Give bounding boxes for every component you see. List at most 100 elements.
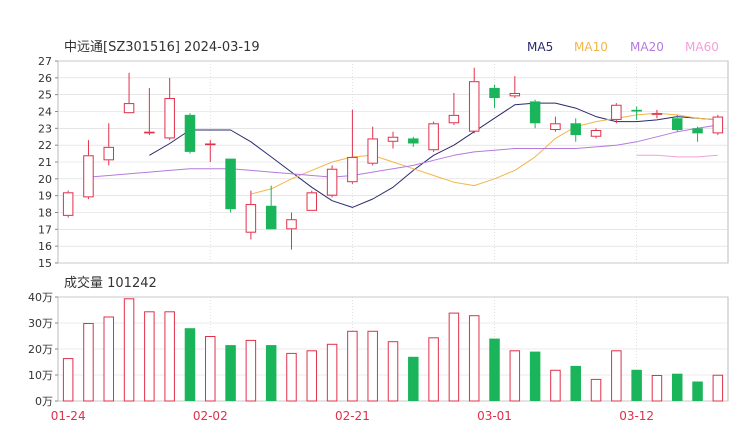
candle-body [83,155,94,198]
candle [712,114,724,136]
legend-item-ma5: MA5 [527,40,553,54]
candle-body [367,138,378,164]
candle-body [651,113,663,115]
candle-body [205,143,216,146]
volume-bar [448,312,460,402]
candle-body [245,204,257,233]
price-tick-label: 18 [38,207,52,220]
candle [428,121,439,152]
volume-bars [62,298,724,402]
volume-bar [387,341,399,402]
volume-bar [103,316,115,402]
candle-body [164,98,175,139]
candle-body [408,138,419,144]
ma-legend: MA5 MA10 MA20 MA60 [527,40,719,54]
candle-body [712,116,724,134]
candle [103,123,115,166]
candle-body [509,92,521,97]
candle [164,77,175,141]
volume-bar [428,337,439,402]
candles [62,67,724,250]
candle-body [62,192,74,216]
volume-bar [245,339,257,402]
date-tick-label: 02-02 [193,409,228,423]
candle [62,190,74,218]
candle [205,140,216,162]
volume-bar [550,369,561,402]
volume-bar [286,352,297,402]
volume-bar [651,375,663,402]
candle-body [428,123,439,151]
volume-bar [184,328,196,401]
volume-bar [83,323,94,402]
chart-header: 中远通[SZ301516] 2024-03-19 MA5 MA10 MA20 MA60 [64,40,719,55]
volume-bar [509,350,521,402]
volume-bar [367,330,378,402]
candle-body [570,123,581,136]
volume-bar [529,351,541,401]
candle [265,185,277,230]
volume-tick-label: 40万 [28,291,53,304]
date-tick-label: 01-24 [51,409,86,423]
date-tick-label: 03-12 [619,409,654,423]
candle [387,131,399,149]
price-tick-label: 26 [38,72,52,85]
candle [570,118,581,142]
volume-bar [631,369,642,401]
volume-tick-label: 10万 [28,369,53,382]
legend-item-ma60: MA60 [685,40,719,54]
candle-body [550,123,561,131]
volume-bar [164,311,175,402]
candle-body [326,168,338,196]
price-tick-label: 25 [38,89,52,102]
candle-body [387,136,399,142]
candle-body [123,103,135,114]
candle [631,106,642,120]
volume-bar [225,345,236,401]
volume-label: 成交量 101242 [64,275,157,291]
volume-y-axis: 0万 10万 20万 30万 40万 [28,291,58,408]
price-tick-label: 20 [38,173,52,186]
date-axis: 01-24 02-02 02-21 03-01 03-12 [51,409,654,423]
candle-body [489,87,500,99]
candle [326,165,338,198]
candle-body [529,101,541,124]
volume-bar [347,330,358,402]
date-tick-label: 02-21 [335,409,370,423]
candle-body [448,114,460,124]
volume-tick-label: 30万 [28,317,53,330]
price-tick-label: 23 [38,122,52,135]
volume-bar [570,365,581,401]
price-panel: 15 16 17 18 19 20 21 22 23 24 25 26 27 [38,55,729,270]
candle [367,126,378,166]
candle-body [347,156,358,183]
candle-body [306,192,318,211]
candle [123,72,135,114]
legend-item-ma10: MA10 [574,40,608,54]
volume-bar [144,311,155,402]
candle-body [265,205,277,230]
stock-chart: 中远通[SZ301516] 2024-03-19 MA5 MA10 MA20 MA60… [28,40,729,423]
price-tick-label: 16 [38,240,52,253]
volume-bar [265,345,277,401]
volume-tick-label: 0万 [35,395,53,408]
candle [184,113,196,154]
chart-title: 中远通[SZ301516] 2024-03-19 [64,40,260,55]
candle [651,109,663,119]
volume-bar [468,315,480,402]
volume-bar [326,343,338,402]
volume-bar [123,298,135,402]
candle-body [671,118,683,131]
candle-body [590,130,602,137]
candle [448,92,460,125]
candle [529,99,541,129]
volume-bar [611,350,622,402]
candle-body [468,81,480,132]
volume-bar [306,350,318,402]
candle [611,103,622,124]
candle-body [225,158,236,210]
candle [590,128,602,139]
candle [347,109,358,184]
candle [306,190,318,211]
volume-bar [671,373,683,401]
